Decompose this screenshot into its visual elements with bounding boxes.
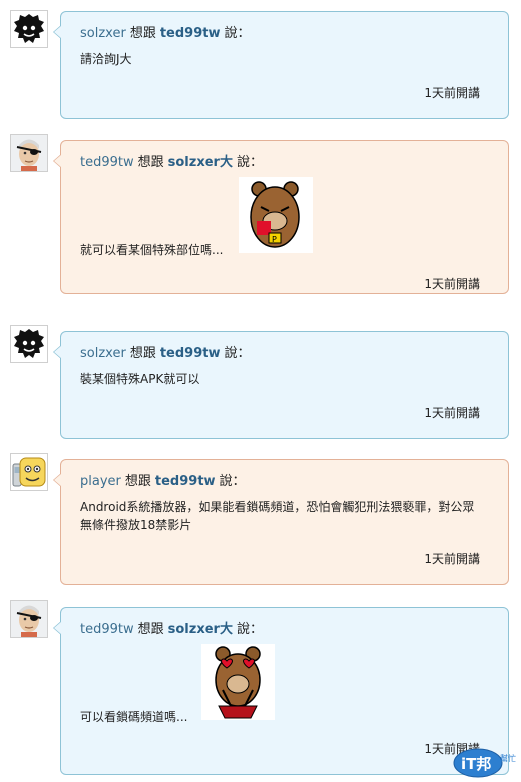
timestamp: 1天前開講	[424, 86, 480, 100]
message-text: 裝某個特殊APK就可以	[80, 372, 200, 386]
username-link[interactable]: solzxer	[80, 346, 126, 361]
said-text: 說：	[224, 346, 251, 361]
target-user-link[interactable]: solzxer大	[168, 155, 233, 170]
bubble-tail	[53, 621, 61, 635]
said-text: 說：	[224, 26, 251, 41]
message-header: player 想跟 ted99tw 說：	[80, 470, 246, 489]
target-user-link[interactable]: ted99tw	[160, 346, 221, 361]
svg-text:幫忙: 幫忙	[500, 753, 516, 763]
username-link[interactable]: player	[80, 474, 121, 489]
message-bubble: player 想跟 ted99tw 說： Android系統播放器，如果能看鎖碼頻道，…	[53, 459, 509, 585]
said-text: 說：	[236, 155, 263, 170]
bubble-tail	[53, 25, 61, 39]
message-text: 請洽詢J大	[80, 52, 132, 66]
message-header: solzxer 想跟 ted99tw 說：	[80, 342, 251, 361]
target-user-link[interactable]: ted99tw	[160, 26, 221, 41]
verb-text: 想跟	[137, 622, 164, 637]
timestamp: 1天前開講	[424, 552, 480, 566]
verb-text: 想跟	[137, 155, 164, 170]
black-shadow-avatar-icon	[11, 326, 47, 362]
verb-text: 想跟	[129, 26, 156, 41]
svg-text:iT邦: iT邦	[461, 755, 491, 773]
verb-text: 想跟	[124, 474, 151, 489]
message-header: ted99tw 想跟 solzxer大 說：	[80, 151, 263, 170]
avatar[interactable]	[10, 600, 48, 638]
ithome-logo: iT邦 幫忙	[452, 745, 516, 779]
avatar[interactable]	[10, 453, 48, 491]
avatar[interactable]	[10, 325, 48, 363]
message-bubble: ted99tw 想跟 solzxer大 說： P 就可以看某個特殊部位嗎... 1天前…	[53, 140, 509, 294]
timestamp: 1天前開講	[424, 277, 480, 291]
username-link[interactable]: ted99tw	[80, 622, 134, 637]
avatar[interactable]	[10, 10, 48, 48]
avatar[interactable]	[10, 134, 48, 172]
message-text: 可以看鎖碼頻道嗎...	[80, 710, 188, 724]
said-text: 說：	[236, 622, 263, 637]
target-user-link[interactable]: solzxer大	[168, 622, 233, 637]
message-header: ted99tw 想跟 solzxer大 說：	[80, 618, 263, 637]
message-header: solzxer 想跟 ted99tw 說：	[80, 22, 251, 41]
verb-text: 想跟	[129, 346, 156, 361]
cartoon-face-avatar-icon	[11, 454, 47, 490]
username-link[interactable]: ted99tw	[80, 155, 134, 170]
message-bubble: ted99tw 想跟 solzxer大 說： 可以看鎖碼頻道嗎... 1天前開講	[53, 607, 509, 775]
username-link[interactable]: solzxer	[80, 26, 126, 41]
message-text: Android系統播放器，如果能看鎖碼頻道，恐怕會觸犯刑法猥褻罪，對公眾無條件撥…	[80, 500, 475, 532]
timestamp: 1天前開講	[424, 406, 480, 420]
bubble-tail	[53, 345, 61, 359]
bubble-tail	[53, 154, 61, 168]
black-shadow-avatar-icon	[11, 11, 47, 47]
message-bubble: solzxer 想跟 ted99tw 說： 請洽詢J大 1天前開講	[53, 11, 509, 119]
eye-patch-man-avatar-icon	[11, 601, 47, 637]
eye-patch-man-avatar-icon	[11, 135, 47, 171]
target-user-link[interactable]: ted99tw	[155, 474, 216, 489]
message-text: 就可以看某個特殊部位嗎...	[80, 243, 224, 257]
bubble-tail	[53, 473, 61, 487]
said-text: 說：	[219, 474, 246, 489]
message-bubble: solzxer 想跟 ted99tw 說： 裝某個特殊APK就可以 1天前開講	[53, 331, 509, 439]
